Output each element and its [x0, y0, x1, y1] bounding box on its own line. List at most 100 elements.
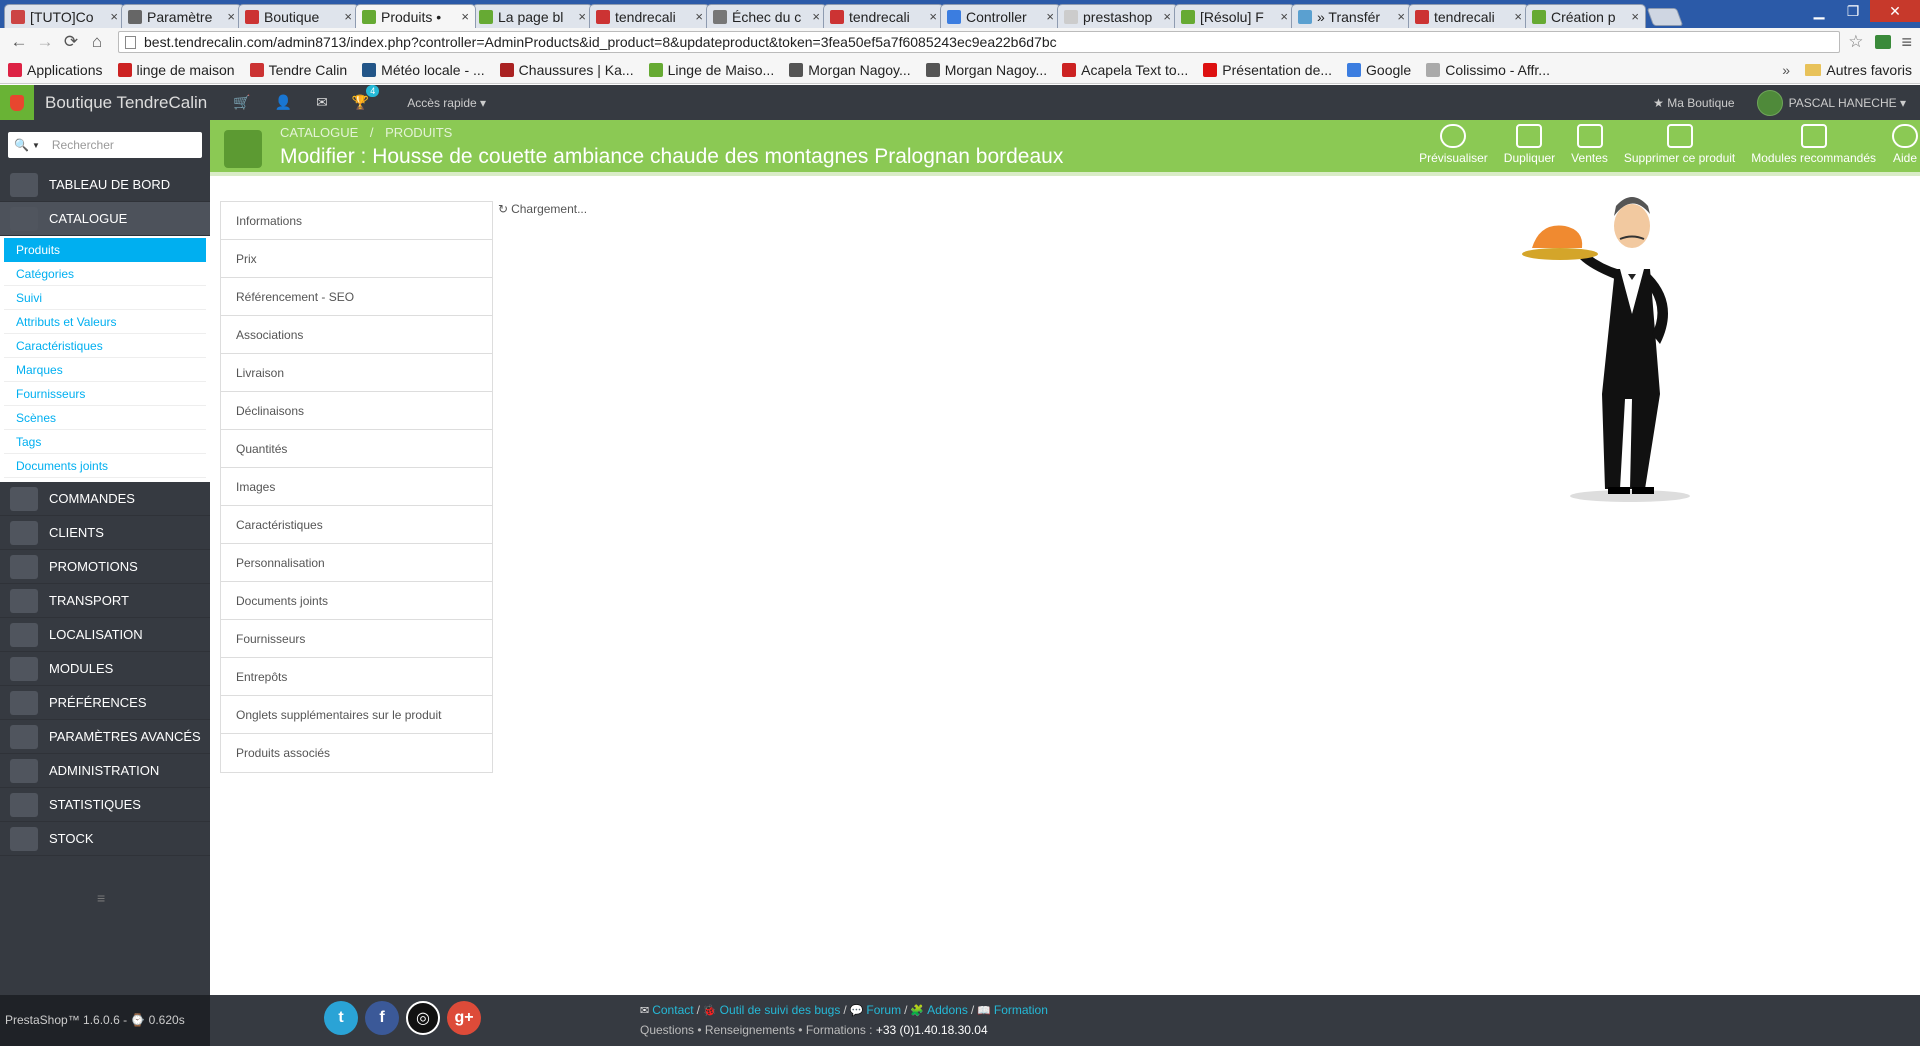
tab-close-icon[interactable]: × — [1046, 9, 1054, 24]
product-tab[interactable]: Fournisseurs — [221, 620, 492, 658]
submenu-item[interactable]: Suivi — [4, 286, 206, 310]
bookmark-item[interactable]: Tendre Calin — [249, 62, 347, 78]
product-tab[interactable]: Prix — [221, 240, 492, 278]
submenu-item[interactable]: Tags — [4, 430, 206, 454]
google-plus-icon[interactable]: g+ — [447, 1001, 481, 1035]
footer-link[interactable]: Forum — [866, 1003, 901, 1017]
browser-tab[interactable]: tendrecali × — [589, 4, 710, 28]
product-tab[interactable]: Associations — [221, 316, 492, 354]
sales-button[interactable]: Ventes — [1571, 124, 1608, 165]
recommended-modules-button[interactable]: Modules recommandés — [1751, 124, 1876, 165]
facebook-icon[interactable]: f — [365, 1001, 399, 1035]
back-icon[interactable]: ← — [8, 32, 30, 52]
sidebar-item-preferences[interactable]: PRÉFÉRENCES — [0, 686, 210, 720]
browser-tab[interactable]: tendrecali × — [1408, 4, 1529, 28]
submenu-item[interactable]: Marques — [4, 358, 206, 382]
submenu-item[interactable]: Catégories — [4, 262, 206, 286]
browser-tab[interactable]: prestashop × — [1057, 4, 1178, 28]
user-menu[interactable]: PASCAL HANECHE ▾ — [1789, 96, 1906, 110]
prestashop-logo[interactable] — [0, 85, 34, 120]
duplicate-button[interactable]: Dupliquer — [1504, 124, 1555, 165]
footer-link[interactable]: Formation — [994, 1003, 1048, 1017]
tab-close-icon[interactable]: × — [1163, 9, 1171, 24]
close-window-button[interactable]: ✕ — [1870, 0, 1920, 22]
product-tab[interactable]: Produits associés — [221, 734, 492, 772]
url-input[interactable]: best.tendrecalin.com/admin8713/index.php… — [118, 31, 1841, 53]
submenu-item[interactable]: Documents joints — [4, 454, 206, 478]
browser-tab[interactable]: Controller × — [940, 4, 1061, 28]
sidebar-item-modules[interactable]: MODULES — [0, 652, 210, 686]
submenu-item[interactable]: Attributs et Valeurs — [4, 310, 206, 334]
tab-close-icon[interactable]: × — [1280, 9, 1288, 24]
reload-icon[interactable]: ⟳ — [60, 32, 82, 52]
product-tab[interactable]: Référencement - SEO — [221, 278, 492, 316]
browser-tab[interactable]: Création p × — [1525, 4, 1646, 28]
tab-close-icon[interactable]: × — [1397, 9, 1405, 24]
bookmark-item[interactable]: Linge de Maiso... — [648, 62, 774, 78]
sidebar-item-administration[interactable]: ADMINISTRATION — [0, 754, 210, 788]
browser-tab[interactable]: Produits • × — [355, 4, 476, 28]
tab-close-icon[interactable]: × — [227, 9, 235, 24]
sidebar-item-clients[interactable]: CLIENTS — [0, 516, 210, 550]
tab-close-icon[interactable]: × — [578, 9, 586, 24]
maximize-button[interactable]: ❐ — [1836, 0, 1870, 22]
minimize-button[interactable]: ▁ — [1802, 0, 1836, 22]
shop-name[interactable]: Boutique TendreCalin — [45, 93, 207, 113]
product-tab[interactable]: Quantités — [221, 430, 492, 468]
bookmark-item[interactable]: Acapela Text to... — [1062, 62, 1188, 78]
sidebar-item-localisation[interactable]: LOCALISATION — [0, 618, 210, 652]
tab-close-icon[interactable]: × — [344, 9, 352, 24]
product-tab[interactable]: Entrepôts — [221, 658, 492, 696]
delete-product-button[interactable]: Supprimer ce produit — [1624, 124, 1735, 165]
product-tab[interactable]: Documents joints — [221, 582, 492, 620]
sidebar-item-catalogue[interactable]: CATALOGUE — [0, 202, 210, 236]
preview-button[interactable]: Prévisualiser — [1419, 124, 1488, 165]
bookmark-item[interactable]: Morgan Nagoy... — [789, 62, 911, 78]
browser-tab[interactable]: tendrecali × — [823, 4, 944, 28]
tab-close-icon[interactable]: × — [1514, 9, 1522, 24]
product-tab[interactable]: Images — [221, 468, 492, 506]
sidebar-item-parametres-avances[interactable]: PARAMÈTRES AVANCÉS — [0, 720, 210, 754]
browser-tab[interactable]: [TUTO]Co × — [4, 4, 125, 28]
bookmark-item[interactable]: Colissimo - Affr... — [1426, 62, 1550, 78]
github-icon[interactable]: ◎ — [406, 1001, 440, 1035]
sidebar-collapse-icon[interactable]: ≡ — [97, 890, 105, 906]
forward-icon[interactable]: → — [34, 32, 56, 52]
footer-link[interactable]: Outil de suivi des bugs — [720, 1003, 841, 1017]
cart-icon[interactable]: 🛒 — [233, 94, 250, 111]
footer-link[interactable]: Contact — [652, 1003, 693, 1017]
customer-icon[interactable]: 👤 — [275, 94, 292, 111]
product-tab[interactable]: Caractéristiques — [221, 506, 492, 544]
breadcrumb-catalogue[interactable]: CATALOGUE — [280, 125, 358, 140]
bookmark-item[interactable]: Applications — [8, 62, 103, 78]
bookmark-item[interactable]: Google — [1347, 62, 1411, 78]
home-icon[interactable]: ⌂ — [86, 32, 108, 52]
bookmark-star-icon[interactable]: ☆ — [1848, 32, 1863, 52]
tab-close-icon[interactable]: × — [110, 9, 118, 24]
browser-tab[interactable]: Boutique × — [238, 4, 359, 28]
browser-tab[interactable]: Échec du c × — [706, 4, 827, 28]
product-tab[interactable]: Livraison — [221, 354, 492, 392]
bookmark-item[interactable]: Présentation de... — [1203, 62, 1332, 78]
mail-icon[interactable]: ✉ — [316, 94, 328, 111]
quick-access-menu[interactable]: Accès rapide ▾ — [407, 96, 486, 110]
bookmark-item[interactable]: linge de maison — [117, 62, 235, 78]
sidebar-item-statistiques[interactable]: STATISTIQUES — [0, 788, 210, 822]
my-shop-link[interactable]: ★ Ma Boutique — [1653, 96, 1734, 110]
new-tab-button[interactable] — [1646, 8, 1684, 26]
avatar[interactable] — [1756, 89, 1783, 116]
tab-close-icon[interactable]: × — [929, 9, 937, 24]
submenu-item[interactable]: Scènes — [4, 406, 206, 430]
trophy-icon[interactable]: 🏆 4 — [352, 85, 380, 111]
product-tab[interactable]: Personnalisation — [221, 544, 492, 582]
browser-tab[interactable]: La page bl × — [472, 4, 593, 28]
browser-menu-icon[interactable]: ≡ — [1901, 32, 1912, 53]
browser-tab[interactable]: [Résolu] F × — [1174, 4, 1295, 28]
breadcrumb-products[interactable]: PRODUITS — [385, 125, 452, 140]
product-tab[interactable]: Déclinaisons — [221, 392, 492, 430]
sidebar-item-commandes[interactable]: COMMANDES — [0, 482, 210, 516]
twitter-icon[interactable]: t — [324, 1001, 358, 1035]
help-button[interactable]: Aide — [1892, 124, 1918, 165]
sidebar-item-transport[interactable]: TRANSPORT — [0, 584, 210, 618]
bookmark-item[interactable]: Météo locale - ... — [362, 62, 485, 78]
